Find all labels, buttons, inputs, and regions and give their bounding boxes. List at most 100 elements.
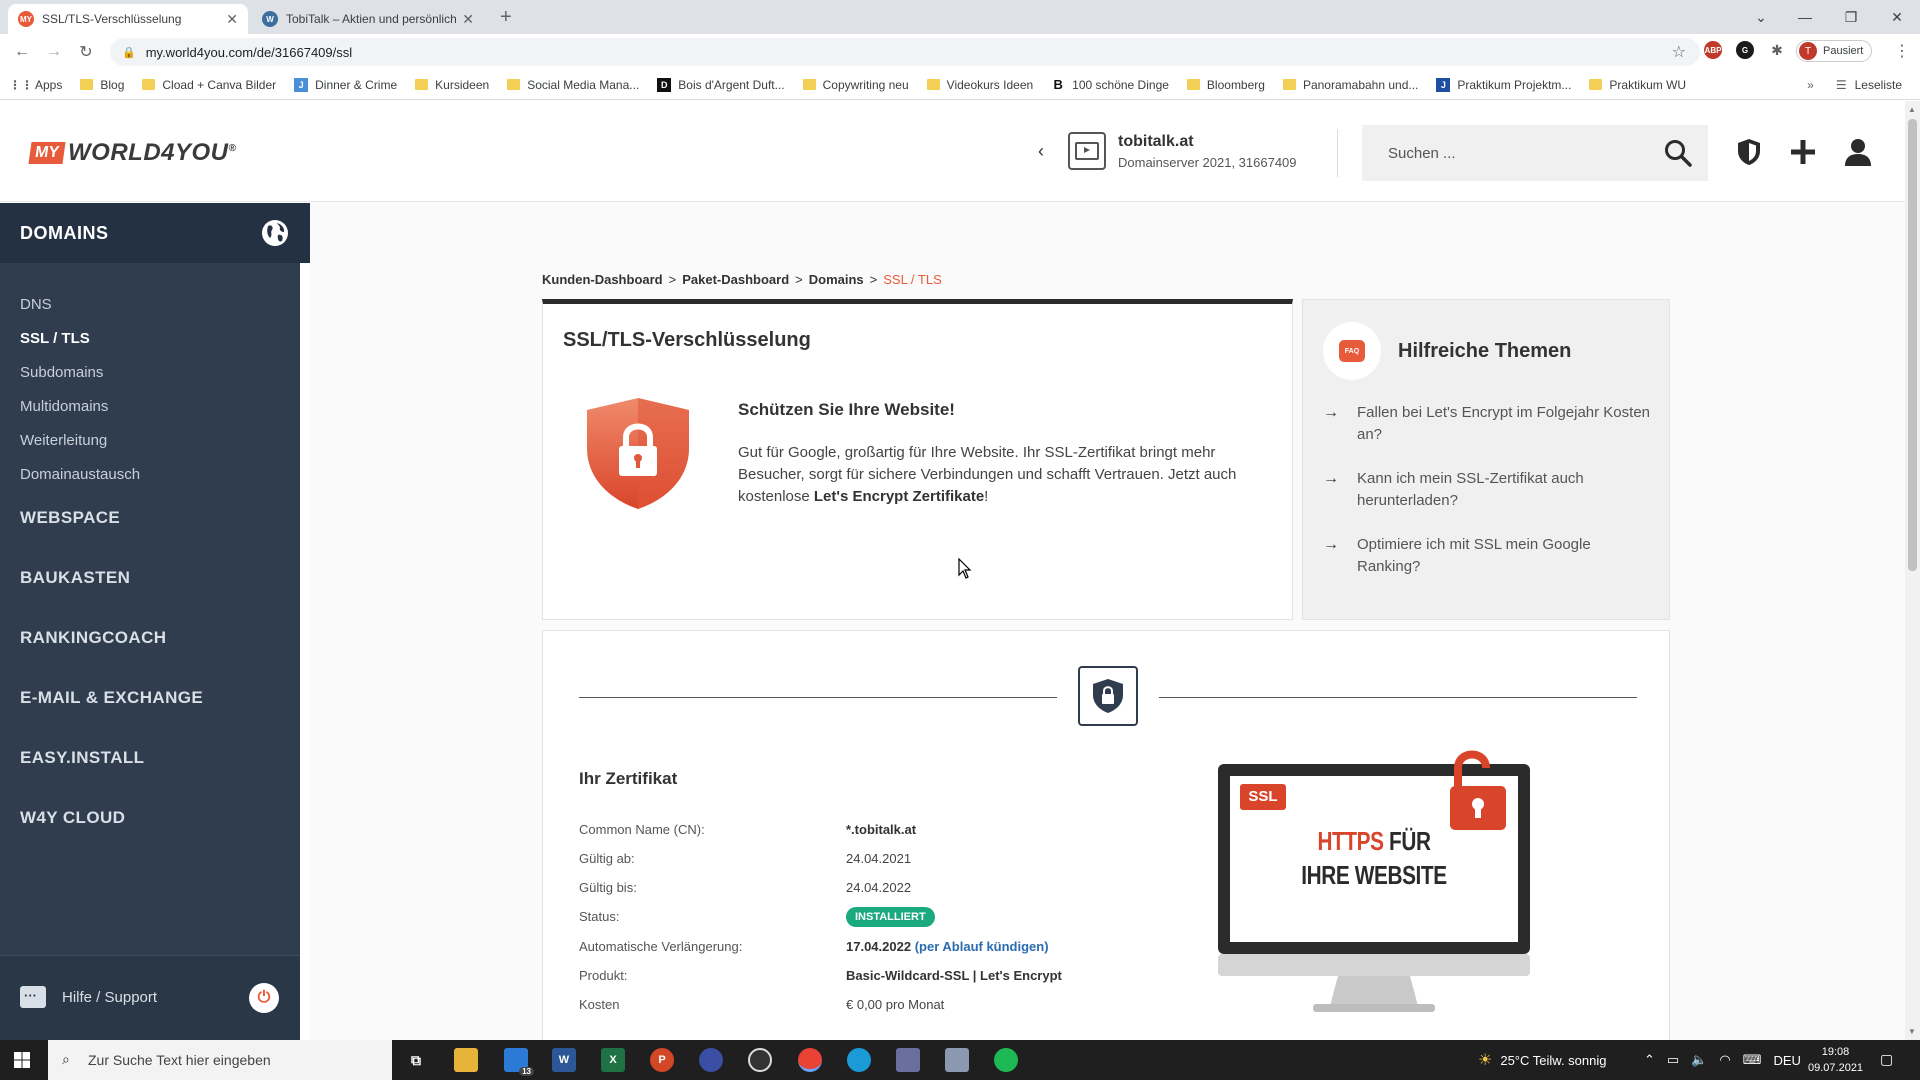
chevron-left-icon[interactable]: ‹: [1038, 141, 1044, 162]
profile-button[interactable]: T Pausiert: [1796, 40, 1873, 62]
sidebar-item-weiterleitung[interactable]: Weiterleitung: [20, 432, 107, 449]
bookmark-link[interactable]: D Bois d'Argent Duft...: [657, 77, 785, 92]
bookmark-folder[interactable]: Social Media Mana...: [507, 78, 639, 92]
tab-tobitalk[interactable]: W TobiTalk – Aktien und persönliche ✕: [252, 4, 484, 34]
app-icon[interactable]: [896, 1048, 920, 1072]
chrome-icon[interactable]: [798, 1048, 822, 1072]
sidebar-section-easy-install[interactable]: EASY.INSTALL: [20, 748, 144, 768]
browser-menu-icon[interactable]: ⋮: [1894, 41, 1910, 61]
browser-toolbar: ← → ↻ 🔒 my.world4you.com/de/31667409/ssl…: [0, 34, 1920, 70]
minimize-icon[interactable]: —: [1782, 0, 1828, 34]
help-topic-link[interactable]: → Kann ich mein SSL-Zertifikat auch herun…: [1323, 468, 1653, 512]
user-account-icon[interactable]: [1843, 137, 1873, 167]
adblock-extension-icon[interactable]: ABP: [1704, 41, 1722, 59]
sidebar-section-w4y-cloud[interactable]: W4Y CLOUD: [20, 808, 125, 828]
spotify-icon[interactable]: [994, 1048, 1018, 1072]
task-view-icon[interactable]: ⧉: [404, 1048, 428, 1072]
powerpoint-icon[interactable]: P: [650, 1048, 674, 1072]
sidebar-item-domainaustausch[interactable]: Domainaustausch: [20, 466, 140, 483]
search-icon[interactable]: [1664, 139, 1692, 167]
edge-icon[interactable]: [847, 1048, 871, 1072]
extensions-puzzle-icon[interactable]: ✱: [1768, 41, 1786, 59]
help-support-link[interactable]: Hilfe / Support: [62, 989, 157, 1006]
weather-widget[interactable]: ☀ 25°C Teilw. sonnig: [1478, 1040, 1606, 1080]
bookmark-link[interactable]: J Praktikum Projektm...: [1436, 77, 1571, 92]
plus-icon[interactable]: [1788, 137, 1818, 167]
taskbar-search-input[interactable]: ⌕ Zur Suche Text hier eingeben: [48, 1040, 392, 1080]
breadcrumb-paket-dashboard[interactable]: Paket-Dashboard: [682, 272, 789, 287]
help-topics-card: FAQ Hilfreiche Themen → Fallen bei Let's …: [1302, 299, 1670, 620]
page-scrollbar[interactable]: ▲ ▼: [1905, 101, 1920, 1040]
tab-search-icon[interactable]: ⌄: [1738, 0, 1784, 34]
windows-start-icon[interactable]: [14, 1052, 30, 1068]
new-tab-plus-icon[interactable]: +: [500, 6, 512, 29]
bookmark-link[interactable]: J Dinner & Crime: [294, 77, 397, 92]
shield-icon[interactable]: [1734, 137, 1764, 167]
bookmark-folder[interactable]: Praktikum WU: [1589, 78, 1686, 92]
network-icon[interactable]: ▭: [1667, 1052, 1679, 1068]
sidebar-item-multidomains[interactable]: Multidomains: [20, 398, 108, 415]
mail-icon[interactable]: 13: [504, 1048, 534, 1076]
excel-icon[interactable]: X: [601, 1048, 625, 1072]
notepad-icon[interactable]: [945, 1048, 969, 1072]
bookmark-folder[interactable]: Bloomberg: [1186, 78, 1265, 92]
tab-ssl-tls[interactable]: MY SSL/TLS-Verschlüsselung ✕: [8, 4, 248, 34]
sidebar-item-subdomains[interactable]: Subdomains: [20, 364, 103, 381]
reload-icon[interactable]: ↻: [74, 40, 98, 64]
scroll-down-icon[interactable]: ▼: [1908, 1027, 1916, 1036]
restore-icon[interactable]: ❐: [1828, 0, 1874, 34]
file-explorer-icon[interactable]: [454, 1048, 478, 1072]
breadcrumb-domains[interactable]: Domains: [809, 272, 864, 287]
back-arrow-icon[interactable]: ←: [10, 40, 34, 64]
sidebar-section-email-exchange[interactable]: E-MAIL & EXCHANGE: [20, 688, 203, 708]
more-bookmarks-icon[interactable]: »: [1807, 78, 1814, 92]
scrollbar-thumb[interactable]: [1908, 119, 1917, 571]
notification-icon[interactable]: ▢: [1880, 1051, 1893, 1068]
bookmark-folder[interactable]: Cload + Canva Bilder: [142, 78, 276, 92]
bookmark-apps[interactable]: ⋮⋮ Apps: [9, 78, 62, 92]
taskbar-clock[interactable]: 19:08 09.07.2021: [1808, 1044, 1863, 1076]
search-input[interactable]: Suchen ...: [1362, 125, 1708, 181]
app-icon[interactable]: [699, 1048, 723, 1072]
power-logout-icon[interactable]: ⏻: [249, 983, 279, 1013]
chat-bubble-icon[interactable]: [20, 986, 46, 1008]
help-topic-link[interactable]: → Fallen bei Let's Encrypt im Folgejahr K…: [1323, 402, 1653, 446]
forward-arrow-icon[interactable]: →: [42, 40, 66, 64]
sidebar-item-dns[interactable]: DNS: [20, 296, 52, 313]
server-name[interactable]: tobitalk.at: [1118, 133, 1194, 151]
reading-list-label[interactable]: Leseliste: [1855, 78, 1902, 92]
arrow-right-icon: →: [1323, 536, 1339, 553]
bookmark-folder[interactable]: Blog: [80, 78, 124, 92]
sidebar-item-ssl-tls[interactable]: SSL / TLS: [20, 330, 90, 347]
keyboard-icon[interactable]: ⌨: [1743, 1052, 1762, 1068]
close-window-icon[interactable]: ✕: [1874, 0, 1920, 34]
bookmark-star-icon[interactable]: ☆: [1672, 42, 1686, 62]
bookmark-folder[interactable]: Videokurs Ideen: [926, 78, 1033, 92]
url-text: my.world4you.com/de/31667409/ssl: [145, 44, 353, 60]
cancel-renewal-link[interactable]: (per Ablauf kündigen): [915, 939, 1049, 954]
bookmark-folder[interactable]: Panoramabahn und...: [1282, 78, 1418, 92]
language-indicator[interactable]: DEU: [1774, 1053, 1801, 1068]
sidebar-section-domains[interactable]: DOMAINS: [0, 203, 310, 263]
grammarly-extension-icon[interactable]: G: [1736, 41, 1754, 59]
close-icon[interactable]: ✕: [462, 11, 474, 28]
sidebar-section-rankingcoach[interactable]: RANKINGCOACH: [20, 628, 166, 648]
word-icon[interactable]: W: [552, 1048, 576, 1072]
sidebar: DOMAINS DNS SSL / TLS Subdomains Multido…: [0, 203, 310, 1040]
close-icon[interactable]: ✕: [226, 11, 238, 28]
help-topic-link[interactable]: → Optimiere ich mit SSL mein Google Ranki…: [1323, 534, 1653, 578]
sidebar-section-baukasten[interactable]: BAUKASTEN: [20, 568, 130, 588]
scroll-up-icon[interactable]: ▲: [1908, 105, 1916, 114]
world4you-logo[interactable]: MY WORLD4YOU®: [28, 139, 236, 167]
chevron-up-icon[interactable]: ⌃: [1644, 1052, 1655, 1068]
bookmark-link[interactable]: B 100 schöne Dinge: [1051, 77, 1168, 92]
sidebar-section-webspace[interactable]: WEBSPACE: [20, 508, 120, 528]
certificate-title: Ihr Zertifikat: [579, 769, 678, 788]
breadcrumb-kunden-dashboard[interactable]: Kunden-Dashboard: [542, 272, 663, 287]
bookmark-folder[interactable]: Copywriting neu: [802, 78, 909, 92]
obs-icon[interactable]: [748, 1048, 772, 1072]
address-bar[interactable]: 🔒 my.world4you.com/de/31667409/ssl ☆: [110, 38, 1700, 66]
bookmark-folder[interactable]: Kursideen: [415, 78, 489, 92]
wifi-icon[interactable]: ◠: [1719, 1052, 1730, 1068]
speaker-icon[interactable]: 🔈: [1691, 1052, 1707, 1068]
